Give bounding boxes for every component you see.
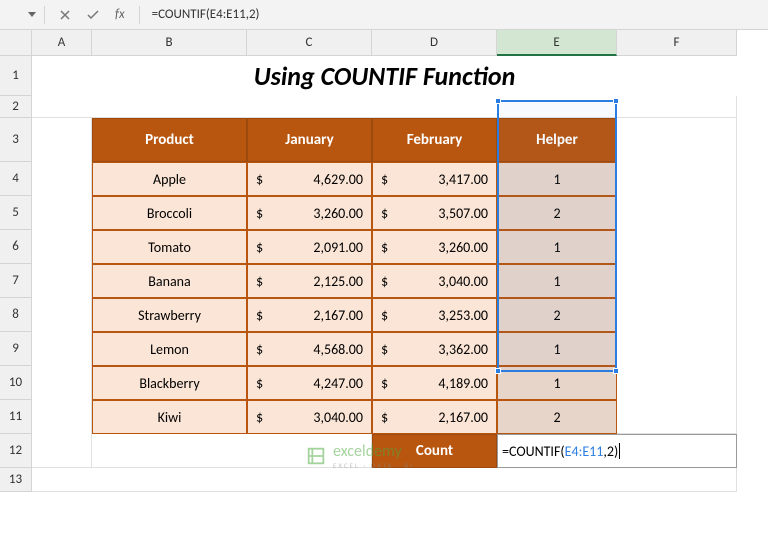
col-header-e[interactable]: E [497, 30, 617, 56]
jan-cell[interactable]: $4,629.00 [247, 162, 372, 196]
row-header-1[interactable]: 1 [0, 56, 32, 96]
row-header-4[interactable]: 4 [0, 162, 32, 196]
jan-cell[interactable]: $4,568.00 [247, 332, 372, 366]
watermark: exceldemy EXCEL · DATA · BI [305, 442, 414, 470]
product-cell[interactable]: Strawberry [92, 298, 247, 332]
helper-cell[interactable]: 1 [497, 162, 617, 196]
header-helper[interactable]: Helper [497, 118, 617, 162]
jan-cell[interactable]: $3,260.00 [247, 196, 372, 230]
col-header-c[interactable]: C [247, 30, 372, 56]
enter-icon[interactable] [81, 4, 105, 26]
feb-cell[interactable]: $3,040.00 [372, 264, 497, 298]
feb-cell[interactable]: $3,417.00 [372, 162, 497, 196]
watermark-tagline: EXCEL · DATA · BI [333, 461, 414, 470]
feb-cell[interactable]: $3,362.00 [372, 332, 497, 366]
data-table: Product January February Helper Apple$4,… [92, 118, 617, 434]
row-header-3[interactable]: 3 [0, 118, 32, 162]
product-cell[interactable]: Broccoli [92, 196, 247, 230]
col-header-f[interactable]: F [617, 30, 737, 56]
row-header-9[interactable]: 9 [0, 332, 32, 366]
fx-label[interactable]: fx [115, 7, 125, 22]
empty-row-13[interactable] [32, 468, 737, 492]
row-header-10[interactable]: 10 [0, 366, 32, 400]
empty-col-a[interactable] [32, 118, 92, 468]
row-header-5[interactable]: 5 [0, 196, 32, 230]
product-cell[interactable]: Blackberry [92, 366, 247, 400]
spreadsheet-grid[interactable]: A B C D E F 1 Using COUNTIF Function 2 3… [0, 30, 768, 492]
product-cell[interactable]: Tomato [92, 230, 247, 264]
text-cursor-icon [619, 443, 620, 459]
jan-cell[interactable]: $2,167.00 [247, 298, 372, 332]
feb-cell[interactable]: $2,167.00 [372, 400, 497, 434]
row-header-6[interactable]: 6 [0, 230, 32, 264]
row-header-2[interactable]: 2 [0, 96, 32, 118]
row-header-11[interactable]: 11 [0, 400, 32, 434]
separator [139, 6, 140, 24]
formula-ref: E4:E11 [565, 443, 604, 460]
col-header-b[interactable]: B [92, 30, 247, 56]
page-title: Using COUNTIF Function [254, 60, 516, 92]
product-cell[interactable]: Lemon [92, 332, 247, 366]
feb-cell[interactable]: $3,253.00 [372, 298, 497, 332]
jan-cell[interactable]: $4,247.00 [247, 366, 372, 400]
col-header-d[interactable]: D [372, 30, 497, 56]
empty-row[interactable] [32, 96, 737, 118]
formula-bar[interactable]: =COUNTIF(E4:E11,2) [148, 7, 760, 22]
feb-cell[interactable]: $3,507.00 [372, 196, 497, 230]
row-header-7[interactable]: 7 [0, 264, 32, 298]
cancel-icon[interactable] [53, 4, 77, 26]
namebox-dropdown-icon[interactable] [28, 12, 36, 17]
product-cell[interactable]: Kiwi [92, 400, 247, 434]
jan-cell[interactable]: $2,125.00 [247, 264, 372, 298]
separator [44, 6, 45, 24]
helper-cell[interactable]: 1 [497, 332, 617, 366]
helper-cell[interactable]: 2 [497, 196, 617, 230]
helper-cell[interactable]: 2 [497, 298, 617, 332]
product-cell[interactable]: Apple [92, 162, 247, 196]
select-all-corner[interactable] [0, 30, 32, 56]
title-cell[interactable]: Using COUNTIF Function [32, 56, 737, 96]
helper-cell[interactable]: 1 [497, 230, 617, 264]
jan-cell[interactable]: $2,091.00 [247, 230, 372, 264]
col-header-a[interactable]: A [32, 30, 92, 56]
helper-cell[interactable]: 1 [497, 264, 617, 298]
row-header-13[interactable]: 13 [0, 468, 32, 492]
header-february[interactable]: February [372, 118, 497, 162]
formula-edit-cell[interactable]: =COUNTIF(E4:E11,2) [497, 434, 737, 468]
watermark-logo-icon [305, 445, 327, 467]
helper-cell[interactable]: 1 [497, 366, 617, 400]
product-cell[interactable]: Banana [92, 264, 247, 298]
header-january[interactable]: January [247, 118, 372, 162]
formula-toolbar: fx =COUNTIF(E4:E11,2) [0, 0, 768, 30]
feb-cell[interactable]: $4,189.00 [372, 366, 497, 400]
watermark-brand: exceldemy [333, 442, 414, 461]
formula-prefix: =COUNTIF( [502, 443, 565, 460]
row-header-12[interactable]: 12 [0, 434, 32, 468]
empty-col-f[interactable] [617, 118, 737, 434]
row-header-8[interactable]: 8 [0, 298, 32, 332]
feb-cell[interactable]: $3,260.00 [372, 230, 497, 264]
header-product[interactable]: Product [92, 118, 247, 162]
helper-cell[interactable]: 2 [497, 400, 617, 434]
jan-cell[interactable]: $3,040.00 [247, 400, 372, 434]
formula-suffix: ,2) [603, 443, 618, 460]
